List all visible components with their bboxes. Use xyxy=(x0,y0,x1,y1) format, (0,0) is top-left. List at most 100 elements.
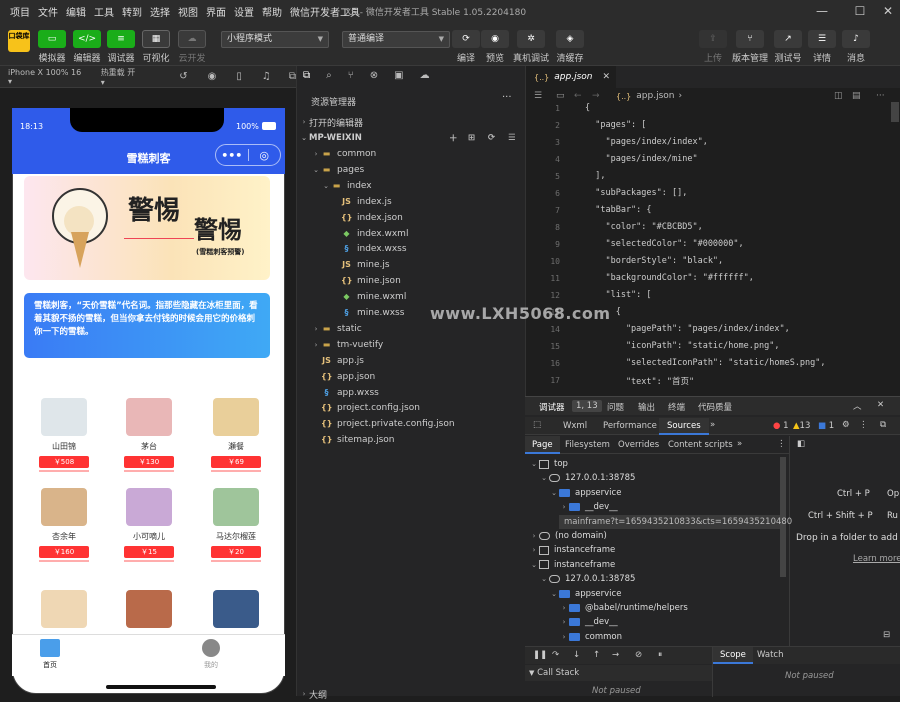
code-line[interactable]: "pages/index/mine" xyxy=(585,154,697,164)
files-icon[interactable]: ⧉ xyxy=(303,70,310,81)
source-node[interactable]: › __dev__ xyxy=(559,500,618,514)
visual-button[interactable]: ▦ 可视化 xyxy=(140,30,172,64)
more-icon[interactable]: ··· xyxy=(502,92,512,103)
code-line[interactable]: "backgroundColor": "#ffffff", xyxy=(585,273,753,283)
source-node[interactable]: › __dev__ xyxy=(559,615,618,629)
close-tab-icon[interactable]: ✕ xyxy=(602,72,610,82)
hotreload-toggle[interactable]: 热重载 开 ▾ xyxy=(101,67,142,87)
split-editor-icon[interactable]: ◫ xyxy=(834,91,843,101)
code-line[interactable]: "pagePath": "pages/index/index", xyxy=(585,324,790,334)
maximize-button[interactable]: ☐ xyxy=(850,2,870,20)
product-item[interactable] xyxy=(196,590,276,628)
menu-item[interactable]: 文件 xyxy=(34,4,62,19)
more-icon[interactable]: ••• xyxy=(216,149,248,162)
tree-item[interactable]: JS app.js xyxy=(297,353,526,369)
source-node[interactable]: ⌄ instanceframe xyxy=(529,558,615,572)
mode-select[interactable]: 小程序模式 ▼ xyxy=(221,31,329,48)
clear-cache-button[interactable]: ◈ 清缓存 xyxy=(554,30,586,64)
tree-item[interactable]: ⌄ ▬ index xyxy=(297,178,526,194)
tab-output[interactable]: 输出 xyxy=(638,401,655,413)
compile-select[interactable]: 普通编译 ▼ xyxy=(342,31,450,48)
search-icon[interactable]: ⌕ xyxy=(326,70,332,81)
product-item[interactable]: 马达尔榴莲 ￥20 xyxy=(196,488,276,562)
phone-icon[interactable]: ▯ xyxy=(236,71,242,82)
more-icon[interactable]: ⋮ xyxy=(859,420,868,430)
toggle-sidebar-icon[interactable]: ☰ xyxy=(534,91,542,101)
tree-item[interactable]: {} index.json xyxy=(297,210,526,226)
pause-icon[interactable]: ❚❚ xyxy=(533,650,547,660)
collapse-icon[interactable]: ☰ xyxy=(508,133,516,143)
scrollbar[interactable] xyxy=(891,102,899,122)
new-folder-icon[interactable]: ⊞ xyxy=(468,133,475,143)
remote-debug-button[interactable]: ✲ 真机调试 xyxy=(513,30,549,64)
product-item[interactable]: 杏余年 ￥160 xyxy=(24,488,104,562)
menu-item[interactable]: 转到 xyxy=(118,4,146,19)
debugger-button[interactable]: ≡ 调试器 xyxy=(105,30,137,64)
error-count[interactable]: ● 1 xyxy=(773,421,789,431)
tree-item[interactable]: › ▬ static xyxy=(297,321,526,337)
test-account-button[interactable]: ↗ 测试号 xyxy=(772,30,804,64)
tab-code-quality[interactable]: 代码质量 xyxy=(698,401,732,413)
tree-item[interactable]: JS mine.js xyxy=(297,257,526,273)
new-file-icon[interactable]: ＋ xyxy=(449,132,458,144)
source-node[interactable]: mainframe?t=1659435210833&cts=1659435210… xyxy=(559,514,792,529)
git-icon[interactable]: ⑂ xyxy=(348,70,354,81)
warning-banner[interactable]: 警惕 警惕 (雪糕刺客预警) xyxy=(24,176,270,280)
tab-home[interactable]: 首页 xyxy=(40,639,60,670)
dock-icon[interactable]: ⧉ xyxy=(880,420,886,430)
product-item[interactable] xyxy=(24,590,104,628)
menu-item[interactable]: 视图 xyxy=(174,4,202,19)
tree-item[interactable]: › ▬ common xyxy=(297,146,526,162)
tree-item[interactable]: › ▬ tm-vuetify xyxy=(297,337,526,353)
tree-item[interactable]: {} project.private.config.json xyxy=(297,416,526,432)
source-node[interactable]: ⌄ top xyxy=(529,457,568,471)
record-icon[interactable]: ◉ xyxy=(208,71,217,82)
editor-button[interactable]: </> 编辑器 xyxy=(71,30,103,64)
tree-item[interactable]: JS index.js xyxy=(297,194,526,210)
warning-count[interactable]: ▲13 xyxy=(793,421,810,431)
code-line[interactable]: "pages": [ xyxy=(585,120,646,130)
tree-item[interactable]: ⌄ ▬ pages xyxy=(297,162,526,178)
project-section[interactable]: ⌄ MP-WEIXIN ＋ ⊞ ⟳ ☰ xyxy=(297,130,526,146)
code-line[interactable]: "text": "首页" xyxy=(585,375,694,387)
source-node[interactable]: › instanceframe xyxy=(529,543,616,557)
more-icon[interactable]: ··· xyxy=(876,91,885,101)
tree-item[interactable]: ◆ mine.wxml xyxy=(297,289,526,305)
source-node[interactable]: › @babel/runtime/helpers xyxy=(559,601,688,615)
tree-item[interactable]: § index.wxss xyxy=(297,241,526,257)
menu-item[interactable]: 帮助 xyxy=(258,4,286,19)
tab-problems[interactable]: 问题 xyxy=(607,401,624,413)
console-icon[interactable]: ⊟ xyxy=(883,630,890,640)
learn-more-link[interactable]: Learn more xyxy=(853,554,900,564)
forward-icon[interactable]: → xyxy=(592,91,600,101)
gear-icon[interactable]: ⚙ xyxy=(842,420,850,430)
close-button[interactable]: ✕ xyxy=(878,2,898,20)
code-line[interactable]: "borderStyle": "black", xyxy=(585,256,723,266)
step-over-icon[interactable]: ↷ xyxy=(552,650,559,660)
tab-debugger[interactable]: 调试器 xyxy=(539,401,565,413)
code-line[interactable]: "color": "#CBCBD5", xyxy=(585,222,702,232)
toggle-navigator-icon[interactable]: ◧ xyxy=(797,439,805,449)
upload-button[interactable]: ⇪ 上传 xyxy=(697,30,729,64)
chevron-up-icon[interactable]: ︿ xyxy=(853,400,862,412)
messages-button[interactable]: ♪ 消息 xyxy=(840,30,872,64)
close-devtools-icon[interactable]: ✕ xyxy=(877,400,884,410)
pause-exceptions-icon[interactable]: ⏸ xyxy=(658,650,662,660)
cloud-button[interactable]: ☁ 云开发 xyxy=(176,30,208,64)
subtab-filesystem[interactable]: Filesystem xyxy=(565,440,610,450)
device-select[interactable]: iPhone X 100% 16 ▾ xyxy=(8,68,87,86)
product-item[interactable]: 瀬餐 ￥69 xyxy=(196,398,276,472)
bookmark-icon[interactable]: ▭ xyxy=(556,91,565,101)
code-line[interactable]: "pages/index/index", xyxy=(585,137,707,147)
info-count[interactable]: ■ 1 xyxy=(818,421,834,431)
tab-terminal[interactable]: 终端 xyxy=(668,401,685,413)
menu-item[interactable]: 界面 xyxy=(202,4,230,19)
subtab-overrides[interactable]: Overrides xyxy=(618,440,659,450)
code-line[interactable]: "list": [ xyxy=(585,290,651,300)
tree-item[interactable]: {} project.config.json xyxy=(297,400,526,416)
tree-item[interactable]: § app.wxss xyxy=(297,385,526,401)
code-line[interactable]: ], xyxy=(585,171,605,181)
call-stack-header[interactable]: ▼ Call Stack xyxy=(529,668,579,678)
version-button[interactable]: ⑂ 版本管理 xyxy=(732,30,768,64)
step-into-icon[interactable]: ↓ xyxy=(573,650,580,660)
